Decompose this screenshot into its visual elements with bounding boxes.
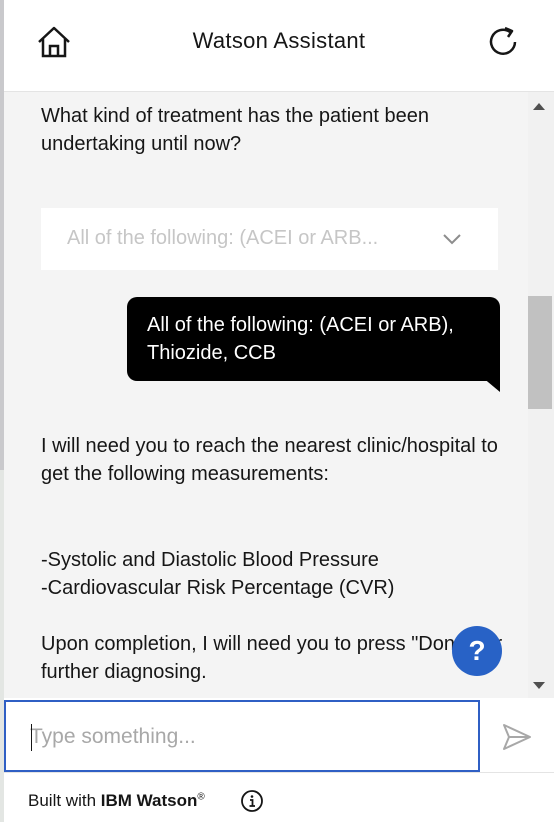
built-with-text: Built with IBM Watson® <box>28 791 205 811</box>
help-button[interactable]: ? <box>452 626 502 676</box>
scroll-down-arrow[interactable] <box>533 682 545 689</box>
dropdown-selected-value: All of the following: (ACEI or ARB... <box>67 227 379 249</box>
user-message: All of the following: (ACEI or ARB), Thi… <box>127 297 500 381</box>
message-input-container <box>4 700 480 772</box>
message-input[interactable] <box>30 722 450 752</box>
bot-message-measurements: -Systolic and Diastolic Blood Pressure -… <box>41 549 395 599</box>
send-icon[interactable] <box>500 720 534 754</box>
treatment-dropdown[interactable]: All of the following: (ACEI or ARB... <box>41 208 498 270</box>
info-icon[interactable] <box>240 789 264 813</box>
scroll-up-arrow[interactable] <box>533 103 545 110</box>
built-with-label: Built with <box>28 791 101 810</box>
chat-log: What kind of treatment has the patient b… <box>4 92 528 698</box>
brand-name: IBM Watson <box>100 791 198 810</box>
user-message-tail <box>476 372 500 392</box>
header: Watson Assistant <box>4 0 554 92</box>
refresh-icon[interactable] <box>484 22 524 62</box>
bot-message-question: What kind of treatment has the patient b… <box>41 105 430 155</box>
header-title: Watson Assistant <box>192 28 366 53</box>
text-cursor <box>31 724 32 751</box>
footer: Built with IBM Watson® <box>4 772 554 822</box>
bot-message-completion: Upon completion, I will need you to pres… <box>41 633 503 683</box>
trademark-symbol: ® <box>197 791 205 803</box>
bot-message-instructions: I will need you to reach the nearest cli… <box>41 435 498 485</box>
chevron-down-icon <box>441 228 463 250</box>
scrollbar-thumb[interactable] <box>528 296 552 409</box>
